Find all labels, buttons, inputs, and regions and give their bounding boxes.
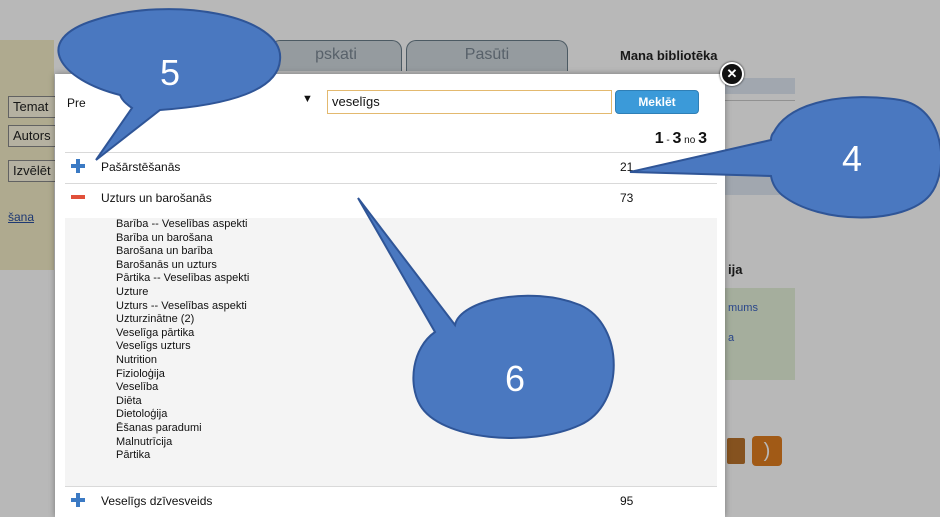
callout-4-label: 4 (842, 138, 863, 179)
callout-6-label: 6 (505, 358, 526, 399)
annotation-callouts (57, 8, 940, 439)
callout-5-label: 5 (160, 52, 181, 93)
callout-4-shape (629, 96, 940, 219)
callout-6-shape (357, 197, 615, 439)
